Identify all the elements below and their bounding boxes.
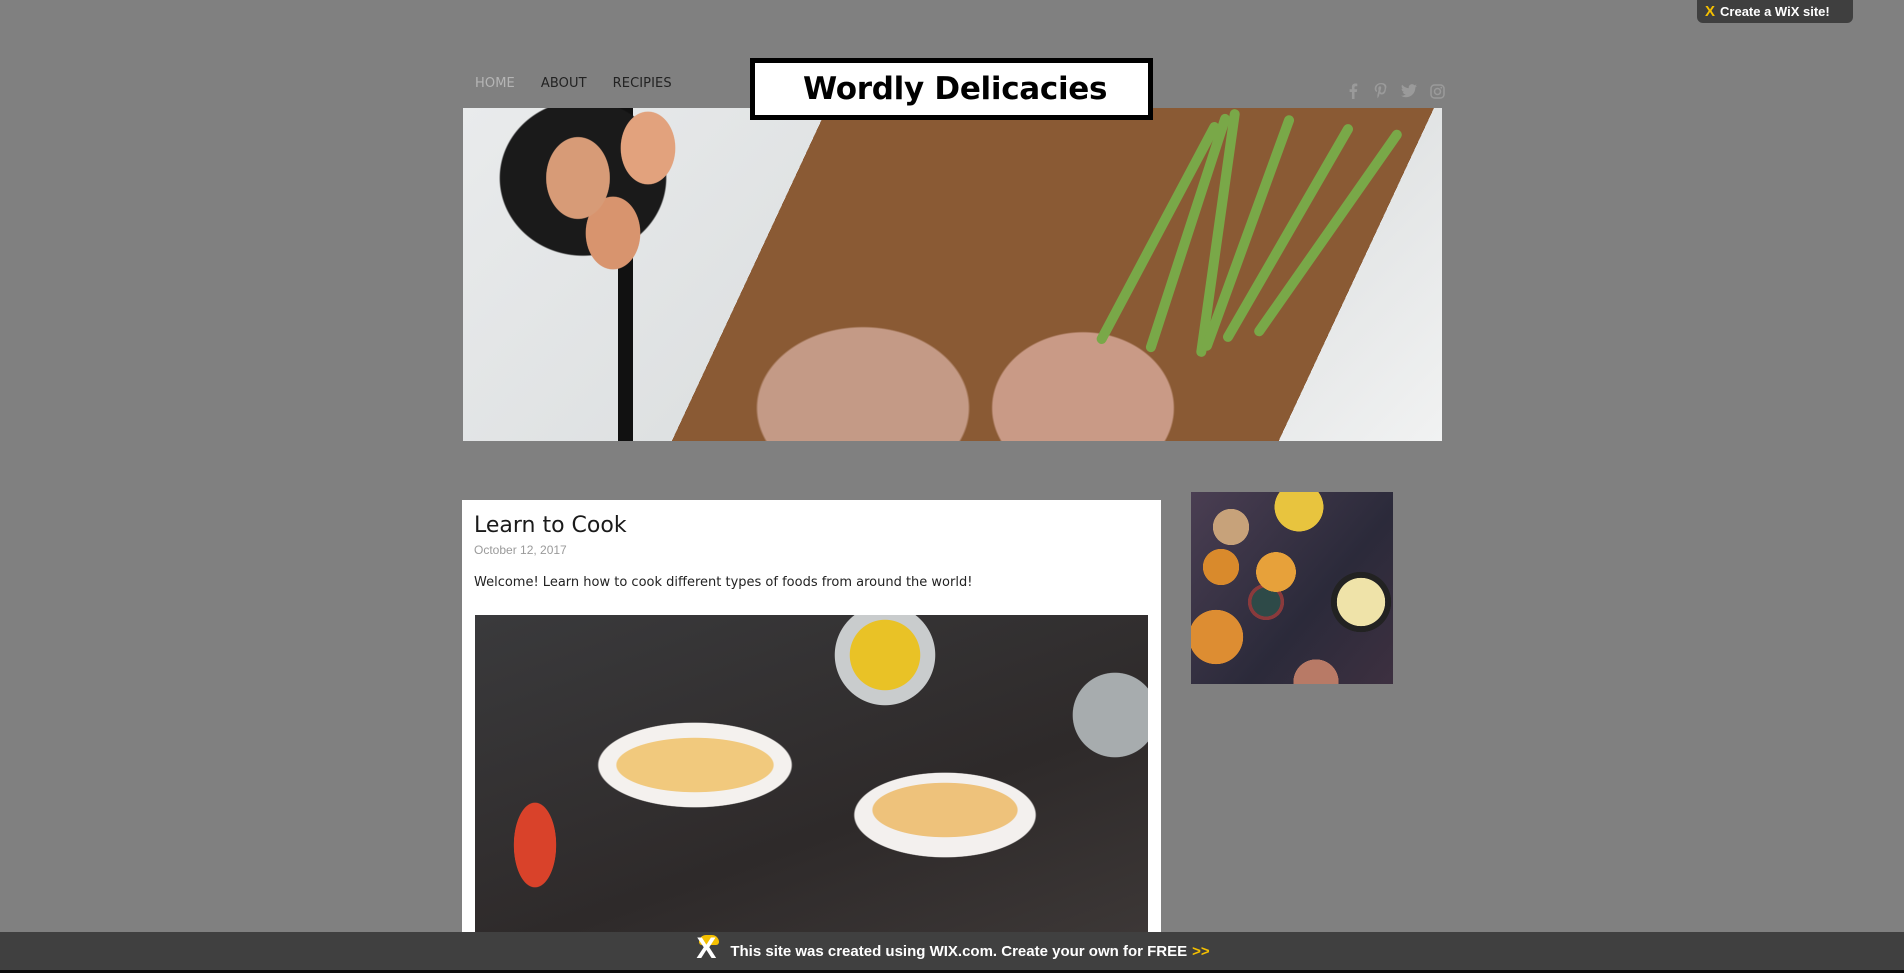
post-body: Welcome! Learn how to cook different typ…: [474, 575, 973, 590]
wix-promo-bar[interactable]: X This site was created using WIX.com. C…: [0, 932, 1904, 970]
blog-post-card: Learn to Cook October 12, 2017 Welcome! …: [462, 500, 1161, 945]
twitter-icon[interactable]: [1400, 82, 1418, 100]
wix-logo-icon: X: [694, 932, 724, 965]
site-title: Wordly Delicacies: [803, 71, 1108, 107]
main-nav: HOME ABOUT RECIPIES: [475, 76, 698, 91]
sidebar-image: [1191, 492, 1393, 684]
post-date: October 12, 2017: [474, 543, 567, 557]
wix-promo-message[interactable]: This site was created using WIX.com. Cre…: [730, 943, 1187, 960]
site-title-box: Wordly Delicacies: [750, 58, 1153, 120]
nav-item-about[interactable]: ABOUT: [541, 76, 587, 91]
wix-promo-arrows[interactable]: >>: [1192, 943, 1210, 960]
facebook-icon[interactable]: [1344, 82, 1362, 100]
wix-logo-icon: X: [1705, 3, 1716, 20]
create-wix-site-label: Create a WiX site!: [1720, 4, 1830, 19]
pinterest-icon[interactable]: [1372, 82, 1390, 100]
create-wix-site-button[interactable]: X Create a WiX site!: [1697, 0, 1853, 23]
nav-item-recipies[interactable]: RECIPIES: [613, 76, 672, 91]
post-title[interactable]: Learn to Cook: [474, 513, 627, 538]
social-bar: [1344, 82, 1446, 100]
asparagus-decoration: [1221, 122, 1355, 344]
hero-banner-image: [463, 108, 1442, 441]
nav-item-home[interactable]: HOME: [475, 76, 515, 91]
post-image: [475, 615, 1148, 945]
instagram-icon[interactable]: [1428, 82, 1446, 100]
